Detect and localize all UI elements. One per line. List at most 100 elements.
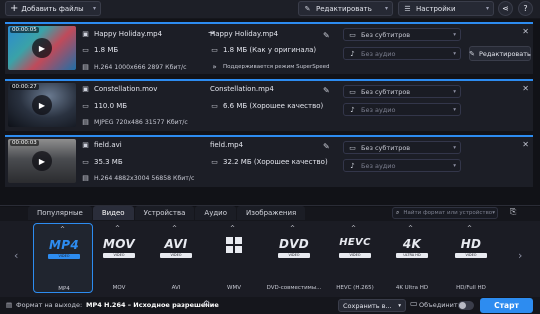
file-info: MJPEG 720x486 31577 Кбит/с <box>94 118 188 126</box>
format-dvd[interactable]: ^ DVD VIDEO DVD-совместимы... <box>264 223 324 293</box>
add-files-button[interactable]: + Добавить файлы ▾ <box>5 1 101 16</box>
file-size-cell: ▭ 110.0 МБ <box>81 102 127 110</box>
settings-label: Настройки <box>416 4 456 13</box>
file-size-cell: ▭ 35.3 МБ <box>81 158 122 166</box>
output-name: Happy Holiday.mp4 <box>210 30 279 38</box>
settings-icon: ☰ <box>404 4 411 13</box>
duration: 00:00:05 <box>10 27 39 33</box>
audio-icon: ♪ <box>350 161 355 170</box>
play-icon[interactable]: ▶ <box>32 151 52 171</box>
format-hevc[interactable]: ^ HEVC VIDEO HEVC (H.265) <box>325 223 385 293</box>
tab-video[interactable]: Видео <box>92 206 134 220</box>
format-tabs: Популярные Видео Устройства Аудио Изобра… <box>28 206 306 220</box>
play-icon[interactable]: ▶ <box>32 95 52 115</box>
subtitles-select[interactable]: ▭ Без субтитров ▾ <box>343 85 461 98</box>
subtitles-value: Без субтитров <box>361 87 411 96</box>
format-logo-sub: VIDEO <box>278 253 310 258</box>
video-file-icon: ▣ <box>82 30 89 38</box>
chevron-down-icon: ▾ <box>453 106 456 113</box>
file-name-cell: ▣ Constellation.mov <box>81 85 157 93</box>
audio-select[interactable]: ♪ Без аудио ▾ <box>343 159 461 172</box>
search-placeholder: Найти формат или устройство <box>403 210 493 216</box>
film-icon: ▤ <box>82 63 89 71</box>
subtitles-value: Без субтитров <box>361 143 411 152</box>
format-logo-sub: VIDEO <box>160 253 192 258</box>
file-info-cell: ▤ MJPEG 720x486 31577 Кбит/с <box>81 118 188 126</box>
folder-icon: ▭ <box>211 46 218 54</box>
settings-button[interactable]: ☰ Настройки ▾ <box>398 1 494 16</box>
format-logo: DVD <box>278 237 310 251</box>
format-mp4[interactable]: ^ MP4 VIDEO MP4 <box>33 223 93 293</box>
close-icon[interactable]: ✕ <box>522 84 529 93</box>
save-to-label: Сохранить в... <box>343 301 392 310</box>
chevron-left-icon[interactable]: ‹ <box>14 249 18 262</box>
film-icon: ▤ <box>82 118 89 126</box>
file-info: H.264 4882x3004 56858 Кбит/с <box>94 174 195 182</box>
output-size-cell[interactable]: ▭ 32.2 МБ (Хорошее качество) <box>210 158 328 166</box>
edit-button[interactable]: ✎ Редактировать ▾ <box>298 1 393 16</box>
output-size: 32.2 МБ (Хорошее качество) <box>223 158 328 166</box>
output-size-cell[interactable]: ▭ 6.6 МБ (Хорошее качество) <box>210 102 323 110</box>
tab-images[interactable]: Изображения <box>237 206 306 220</box>
file-row[interactable]: 00:00:27 ▶ ▣ Constellation.mov ▭ 110.0 М… <box>5 79 533 131</box>
subtitles-value: Без субтитров <box>361 30 411 39</box>
chevron-down-icon: ▾ <box>485 5 489 12</box>
output-size-cell[interactable]: ▭ 1.8 МБ (Как у оригинала) <box>210 46 316 54</box>
subtitles-icon: ▭ <box>349 30 356 39</box>
format-avi[interactable]: ^ AVI VIDEO AVI <box>146 223 206 293</box>
audio-value: Без аудио <box>361 105 396 114</box>
pencil-icon: ✎ <box>304 4 311 13</box>
tab-devices[interactable]: Устройства <box>134 206 195 220</box>
chevron-down-icon: ▾ <box>384 5 388 12</box>
gear-icon[interactable]: ⚙ <box>203 299 210 308</box>
plus-icon: + <box>10 3 19 14</box>
audio-select[interactable]: ♪ Без аудио ▾ <box>343 47 461 60</box>
chevron-right-icon[interactable]: › <box>518 249 522 262</box>
folder-icon[interactable]: ▭ <box>410 299 418 308</box>
toolbar: + Добавить файлы ▾ ✎ Редактировать ▾ ☰ Н… <box>0 0 540 18</box>
format-hd[interactable]: ^ HD VIDEO HD/Full HD <box>441 223 501 293</box>
output-format-label: Формат на выходе: <box>16 301 83 309</box>
format-logo: 4K <box>402 237 422 251</box>
subtitles-select[interactable]: ▭ Без субтитров ▾ <box>343 28 461 41</box>
format-mov[interactable]: ^ MOV VIDEO MOV <box>89 223 149 293</box>
save-to-select[interactable]: Сохранить в... ▾ <box>338 299 406 312</box>
format-search-input[interactable]: ⌕ Найти формат или устройство ▾ <box>392 207 498 219</box>
file-row[interactable]: 00:00:03 ▶ ▣ field.avi ▭ 35.3 МБ ▤ H.264… <box>5 135 533 187</box>
play-icon[interactable]: ▶ <box>32 38 52 58</box>
format-logo-sub: VIDEO <box>339 253 371 258</box>
rename-pencil-icon[interactable]: ✎ <box>323 142 330 151</box>
rename-pencil-icon[interactable]: ✎ <box>323 86 330 95</box>
rename-pencil-icon[interactable]: ✎ <box>323 31 330 40</box>
share-button[interactable]: ⋖ <box>498 1 513 16</box>
tab-audio[interactable]: Аудио <box>195 206 237 220</box>
file-list: 00:00:05 ▶ ▣ Happy Holiday.mp4 ▭ 1.8 МБ … <box>0 19 540 207</box>
windows-logo-icon <box>226 237 242 253</box>
format-4k[interactable]: ^ 4K ULTRA HD 4K Ultra HD <box>382 223 442 293</box>
output-name: field.mp4 <box>210 141 244 149</box>
help-button[interactable]: ? <box>518 1 533 16</box>
merge-toggle[interactable] <box>458 301 474 310</box>
video-thumbnail: 00:00:05 ▶ <box>8 26 76 70</box>
chevron-up-icon: ^ <box>467 225 473 232</box>
format-logo-sub: VIDEO <box>455 253 487 258</box>
file-row[interactable]: 00:00:05 ▶ ▣ Happy Holiday.mp4 ▭ 1.8 МБ … <box>5 22 533 74</box>
chevron-down-icon: ▾ <box>453 31 456 38</box>
tab-popular[interactable]: Популярные <box>28 206 92 220</box>
format-wmv[interactable]: ^ WMV <box>204 223 264 293</box>
export-icon[interactable]: ⎘ <box>510 207 516 217</box>
file-info-cell: ▤ H.264 1000x666 2897 Кбит/с <box>81 63 186 71</box>
close-icon[interactable]: ✕ <box>522 140 529 149</box>
format-logo: HEVC <box>339 237 371 248</box>
close-icon[interactable]: ✕ <box>522 27 529 36</box>
audio-icon: ♪ <box>350 49 355 58</box>
folder-icon: ▭ <box>82 46 89 54</box>
formats-panel: ‹ ^ MP4 VIDEO MP4 ^ MOV VIDEO MOV ^ AVI … <box>0 221 540 297</box>
subtitles-select[interactable]: ▭ Без субтитров ▾ <box>343 141 461 154</box>
audio-select[interactable]: ♪ Без аудио ▾ <box>343 103 461 116</box>
film-icon: ▤ <box>82 174 89 182</box>
start-button[interactable]: Старт <box>480 298 533 313</box>
video-thumbnail: 00:00:03 ▶ <box>8 139 76 183</box>
chevron-up-icon: ^ <box>230 225 236 232</box>
edit-file-button[interactable]: ✎ Редактировать <box>469 46 531 61</box>
